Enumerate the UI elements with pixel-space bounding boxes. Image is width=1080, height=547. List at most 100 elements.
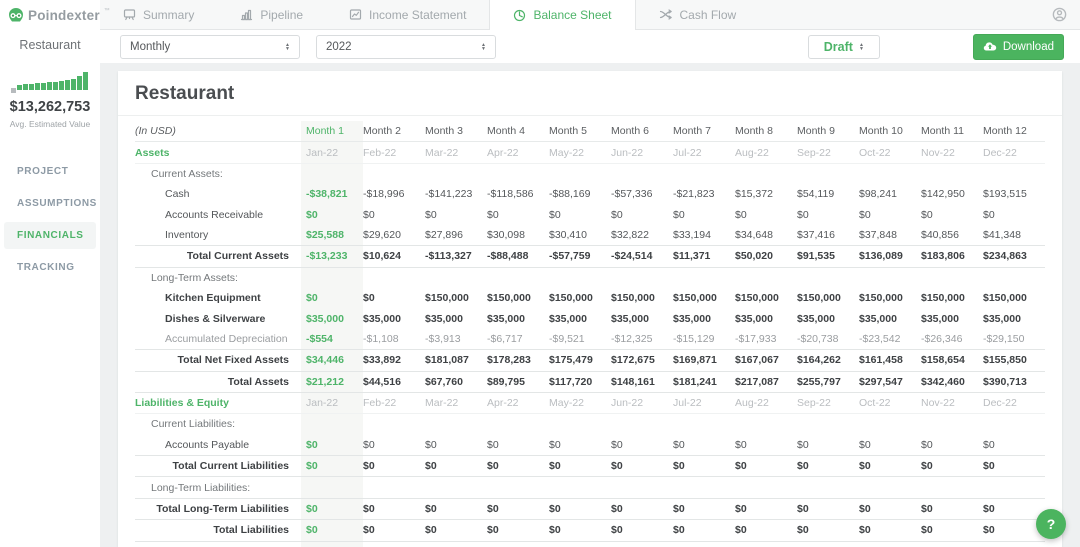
cell-value[interactable]: $35,000 [983,308,1045,328]
cell-value[interactable]: $150,000 [983,288,1045,308]
cell-value[interactable]: -$15,129 [673,329,735,350]
cell-value[interactable]: $150,000 [549,288,611,308]
cell-value[interactable]: $32,822 [611,225,673,246]
sidebar-item-tracking[interactable]: TRACKING [4,254,96,281]
cell-value[interactable]: $0 [611,205,673,225]
cell-value[interactable]: $0 [859,435,921,456]
cell-value[interactable]: -$554 [301,328,363,350]
cell-value[interactable]: $40,856 [921,225,983,246]
cell-value[interactable]: -$20,738 [797,329,859,350]
cell-value[interactable]: $150,000 [425,288,487,308]
tab-summary[interactable]: Summary [100,0,217,29]
cell-value[interactable]: $35,000 [797,308,859,328]
cell-value[interactable]: $35,000 [859,308,921,328]
cell-value[interactable]: $150,000 [797,288,859,308]
cell-value[interactable]: $0 [673,435,735,456]
cell-value[interactable]: -$12,325 [611,329,673,350]
cell-value[interactable]: $37,416 [797,225,859,246]
cell-value[interactable]: $34,648 [735,225,797,246]
cell-value[interactable]: $30,098 [487,225,549,246]
cell-value[interactable]: -$29,150 [983,329,1045,350]
brand-logo[interactable]: Poindexter ™ [0,0,110,30]
cell-value[interactable]: $0 [301,204,363,225]
cell-value[interactable]: $0 [425,205,487,225]
sidebar-item-project[interactable]: PROJECT [4,158,96,185]
cell-value[interactable]: $27,896 [425,225,487,246]
cell-value[interactable]: -$118,586 [487,184,549,204]
cell-value[interactable]: $0 [673,205,735,225]
cell-value[interactable]: $0 [735,205,797,225]
cell-value[interactable]: $35,000 [921,308,983,328]
cell-value[interactable]: -$141,223 [425,184,487,204]
cell-value[interactable]: $35,000 [487,308,549,328]
tab-balance-sheet[interactable]: Balance Sheet [489,0,636,30]
cell-value[interactable]: $35,000 [673,308,735,328]
help-button[interactable]: ? [1036,509,1066,539]
sidebar-item-assumptions[interactable]: ASSUMPTIONS [4,190,96,217]
cell-value[interactable]: $150,000 [673,288,735,308]
cell-value[interactable]: $0 [859,205,921,225]
cell-value[interactable]: -$23,542 [859,329,921,350]
cell-value[interactable]: $0 [301,288,363,309]
cell-value[interactable]: -$57,336 [611,184,673,204]
cell-value[interactable]: $0 [363,288,425,308]
cell-value[interactable]: -$3,913 [425,329,487,350]
cell-value[interactable]: $0 [921,205,983,225]
cell-value[interactable]: $35,000 [363,308,425,328]
cell-value[interactable]: $150,000 [487,288,549,308]
cell-value[interactable]: -$17,933 [735,329,797,350]
cell-value[interactable]: $0 [549,435,611,456]
cell-value[interactable]: $150,000 [921,288,983,308]
cell-value[interactable]: $193,515 [983,184,1045,204]
cell-value[interactable]: $0 [735,435,797,456]
cell-value[interactable]: $37,848 [859,225,921,246]
cell-value[interactable]: $35,000 [301,308,363,329]
cell-value[interactable]: $0 [611,435,673,456]
cell-value[interactable]: $25,588 [301,224,363,246]
tab-income-statement[interactable]: Income Statement [326,0,489,29]
download-button[interactable]: Download [972,33,1064,60]
cell-value[interactable]: -$9,521 [549,329,611,350]
cell-value[interactable]: -$88,169 [549,184,611,204]
cell-value[interactable]: $30,410 [549,225,611,246]
cell-value[interactable]: $33,194 [673,225,735,246]
cell-value[interactable]: $98,241 [859,184,921,204]
sidebar-item-financials[interactable]: FINANCIALS [4,222,96,249]
user-account-icon[interactable] [1052,7,1067,22]
cell-value[interactable]: $142,950 [921,184,983,204]
cell-value[interactable]: $54,119 [797,184,859,204]
cell-value[interactable]: $150,000 [735,288,797,308]
cell-value[interactable]: $0 [487,205,549,225]
cell-value[interactable]: $0 [797,435,859,456]
cell-value[interactable]: $0 [487,435,549,456]
cell-value[interactable]: -$6,717 [487,329,549,350]
cell-value[interactable]: $35,000 [425,308,487,328]
cell-value[interactable]: $35,000 [549,308,611,328]
cell-value[interactable]: $0 [983,205,1045,225]
cell-value[interactable]: $29,620 [363,225,425,246]
cell-value[interactable]: $35,000 [735,308,797,328]
cell-value[interactable]: $0 [425,435,487,456]
cell-value[interactable]: -$26,346 [921,329,983,350]
cell-value[interactable]: $150,000 [859,288,921,308]
cell-value[interactable]: $0 [301,434,363,456]
cell-value[interactable]: -$18,996 [363,184,425,204]
cell-value[interactable]: $0 [797,205,859,225]
cell-value[interactable]: $0 [363,205,425,225]
cell-value[interactable]: $41,348 [983,225,1045,246]
cell-value[interactable]: -$1,108 [363,329,425,350]
tab-cash-flow[interactable]: Cash Flow [636,0,760,29]
cell-value[interactable]: $35,000 [611,308,673,328]
cell-value[interactable]: $15,372 [735,184,797,204]
tab-pipeline[interactable]: Pipeline [217,0,326,29]
status-select[interactable]: Draft ▲ ▼ [807,34,880,59]
cell-value[interactable]: $0 [363,435,425,456]
cell-value[interactable]: -$38,821 [301,184,363,205]
frequency-select[interactable]: Monthly ▲ ▼ [120,34,300,59]
cell-value[interactable]: $0 [921,435,983,456]
cell-value[interactable]: $0 [983,435,1045,456]
cell-value[interactable]: $0 [549,205,611,225]
year-select[interactable]: 2022 ▲ ▼ [316,34,496,59]
cell-value[interactable]: $150,000 [611,288,673,308]
cell-value[interactable]: -$21,823 [673,184,735,204]
